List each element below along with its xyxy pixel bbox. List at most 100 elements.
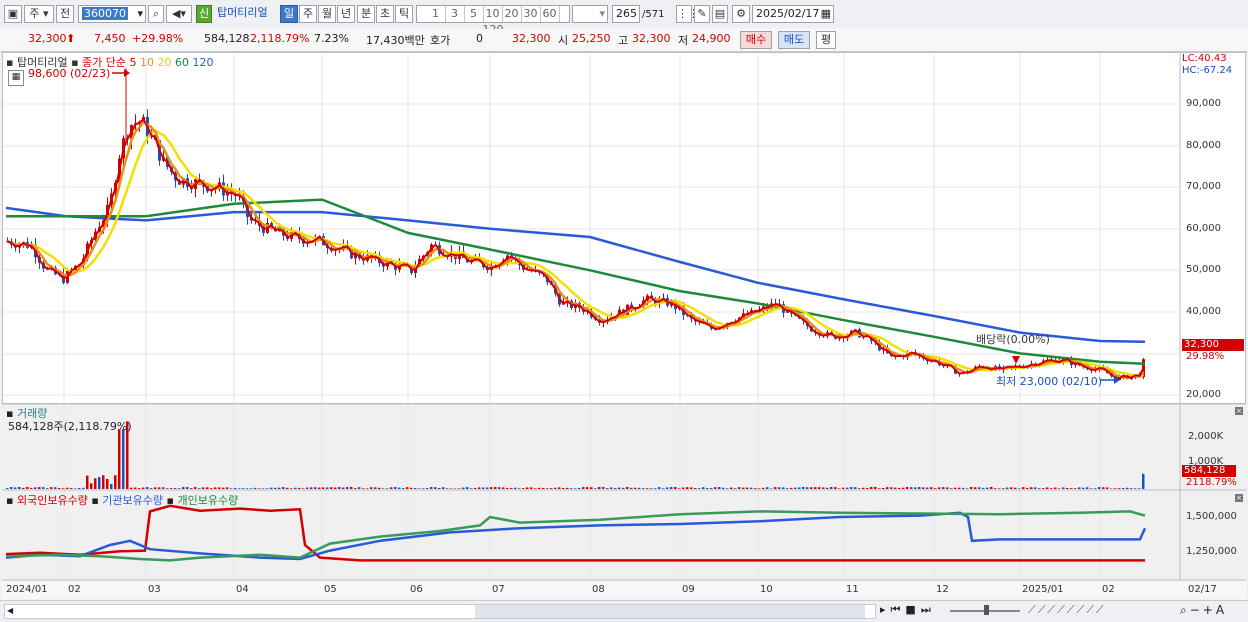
volume-bar bbox=[678, 488, 681, 489]
volume-bar bbox=[1054, 487, 1057, 489]
volume-bar bbox=[78, 487, 81, 489]
volume-bar bbox=[682, 487, 685, 489]
volume-bar bbox=[918, 486, 921, 489]
volume-bar bbox=[358, 487, 361, 489]
volume-bar bbox=[578, 487, 581, 489]
volume-bar bbox=[854, 487, 857, 489]
volume-bar bbox=[122, 429, 125, 489]
volume-subtitle: 584,128주(2,118.79%) bbox=[8, 420, 132, 433]
y-tick: 20,000 bbox=[1186, 389, 1221, 400]
volume-bar bbox=[446, 488, 449, 489]
volume-bar bbox=[354, 488, 357, 489]
volume-bar bbox=[470, 488, 473, 489]
volume-bar bbox=[486, 487, 489, 489]
horizontal-scrollbar[interactable]: ◀ bbox=[4, 604, 876, 619]
volume-bar bbox=[454, 488, 457, 489]
volume-bar bbox=[218, 487, 221, 489]
volume-bar bbox=[270, 487, 273, 489]
volume-bar bbox=[1002, 488, 1005, 489]
volume-bar bbox=[462, 487, 465, 489]
volume-bar bbox=[998, 488, 1001, 489]
zoom-slider-handle[interactable] bbox=[984, 605, 989, 615]
ma20-legend: 20 bbox=[157, 56, 172, 69]
volume-bar bbox=[90, 483, 93, 489]
volume-bar bbox=[334, 487, 337, 489]
playback-controls[interactable]: ▸⏮■⏭ bbox=[880, 603, 936, 617]
volume-bar bbox=[778, 487, 781, 489]
volume-bar bbox=[894, 487, 897, 489]
volume-bar bbox=[978, 487, 981, 489]
volume-bar bbox=[346, 487, 349, 489]
x-tick: 11 bbox=[846, 584, 859, 595]
close-panel-icon[interactable]: × bbox=[1235, 494, 1243, 502]
volume-bar bbox=[1122, 488, 1125, 489]
volume-bar bbox=[694, 488, 697, 489]
volume-bar bbox=[630, 487, 633, 489]
chart-tool-icons[interactable]: ⟋⟋⟋⟋⟋⟋⟋⟋ bbox=[1028, 603, 1106, 617]
ma120-line bbox=[5, 206, 1146, 344]
holdings-y-tick: 1,500,000 bbox=[1186, 511, 1237, 522]
volume-bar bbox=[622, 487, 625, 489]
volume-bar bbox=[986, 487, 989, 489]
volume-bar bbox=[602, 486, 605, 489]
zoom-controls[interactable]: ⌕−+A bbox=[1180, 603, 1227, 618]
volume-bar bbox=[734, 488, 737, 489]
volume-bar bbox=[386, 488, 389, 489]
volume-bar bbox=[982, 487, 985, 489]
holdings-y-tick: 1,250,000 bbox=[1186, 546, 1237, 557]
volume-bar bbox=[330, 487, 333, 489]
volume-bar bbox=[94, 478, 97, 489]
volume-bar bbox=[538, 487, 541, 489]
calendar-icon[interactable]: ▦ bbox=[8, 70, 24, 86]
y-tick: 80,000 bbox=[1186, 140, 1221, 151]
dividend-marker-label: 배당락(0.00%) bbox=[976, 333, 1050, 346]
volume-bar bbox=[130, 487, 133, 489]
volume-bar bbox=[162, 487, 165, 489]
volume-bar bbox=[794, 487, 797, 489]
volume-bar bbox=[38, 487, 41, 489]
volume-bar bbox=[510, 488, 513, 489]
x-tick: 12 bbox=[936, 584, 949, 595]
volume-bar bbox=[174, 488, 177, 489]
volume-bar bbox=[966, 488, 969, 489]
volume-bar bbox=[750, 487, 753, 489]
volume-bar bbox=[1070, 488, 1073, 489]
volume-bar bbox=[874, 486, 877, 489]
volume-bar bbox=[1066, 487, 1069, 489]
volume-bar bbox=[50, 487, 53, 489]
volume-bar bbox=[426, 488, 429, 489]
volume-bar bbox=[1114, 488, 1117, 489]
volume-bar bbox=[1026, 487, 1029, 489]
volume-bar bbox=[1062, 487, 1065, 489]
volume-bar bbox=[990, 486, 993, 489]
volume-bar bbox=[762, 487, 765, 489]
volume-bar bbox=[98, 477, 101, 489]
volume-bar bbox=[134, 487, 137, 489]
volume-bar bbox=[286, 487, 289, 489]
volume-bar bbox=[26, 486, 29, 489]
volume-bar bbox=[922, 487, 925, 489]
volume-bar bbox=[598, 487, 601, 489]
volume-bar bbox=[70, 488, 73, 489]
volume-bar bbox=[562, 487, 565, 489]
scroll-thumb[interactable] bbox=[475, 605, 865, 618]
volume-bar bbox=[350, 486, 353, 489]
scroll-left-icon[interactable]: ◀ bbox=[7, 606, 13, 615]
volume-bar bbox=[822, 487, 825, 489]
volume-bar bbox=[910, 487, 913, 489]
volume-bar bbox=[586, 487, 589, 489]
individual-legend: 개인보유수량 bbox=[177, 494, 239, 507]
volume-bar bbox=[1142, 473, 1145, 489]
volume-bar bbox=[306, 487, 309, 489]
volume-bar bbox=[1106, 487, 1109, 489]
ma10-legend: 10 bbox=[140, 56, 155, 69]
volume-bar bbox=[954, 487, 957, 489]
volume-bar bbox=[234, 487, 237, 489]
volume-bar bbox=[214, 487, 217, 489]
close-panel-icon[interactable]: × bbox=[1235, 407, 1243, 415]
volume-bar bbox=[1134, 488, 1137, 489]
volume-bar bbox=[290, 488, 293, 489]
volume-bar bbox=[74, 488, 77, 489]
volume-bar bbox=[942, 487, 945, 489]
volume-bar bbox=[958, 487, 961, 489]
